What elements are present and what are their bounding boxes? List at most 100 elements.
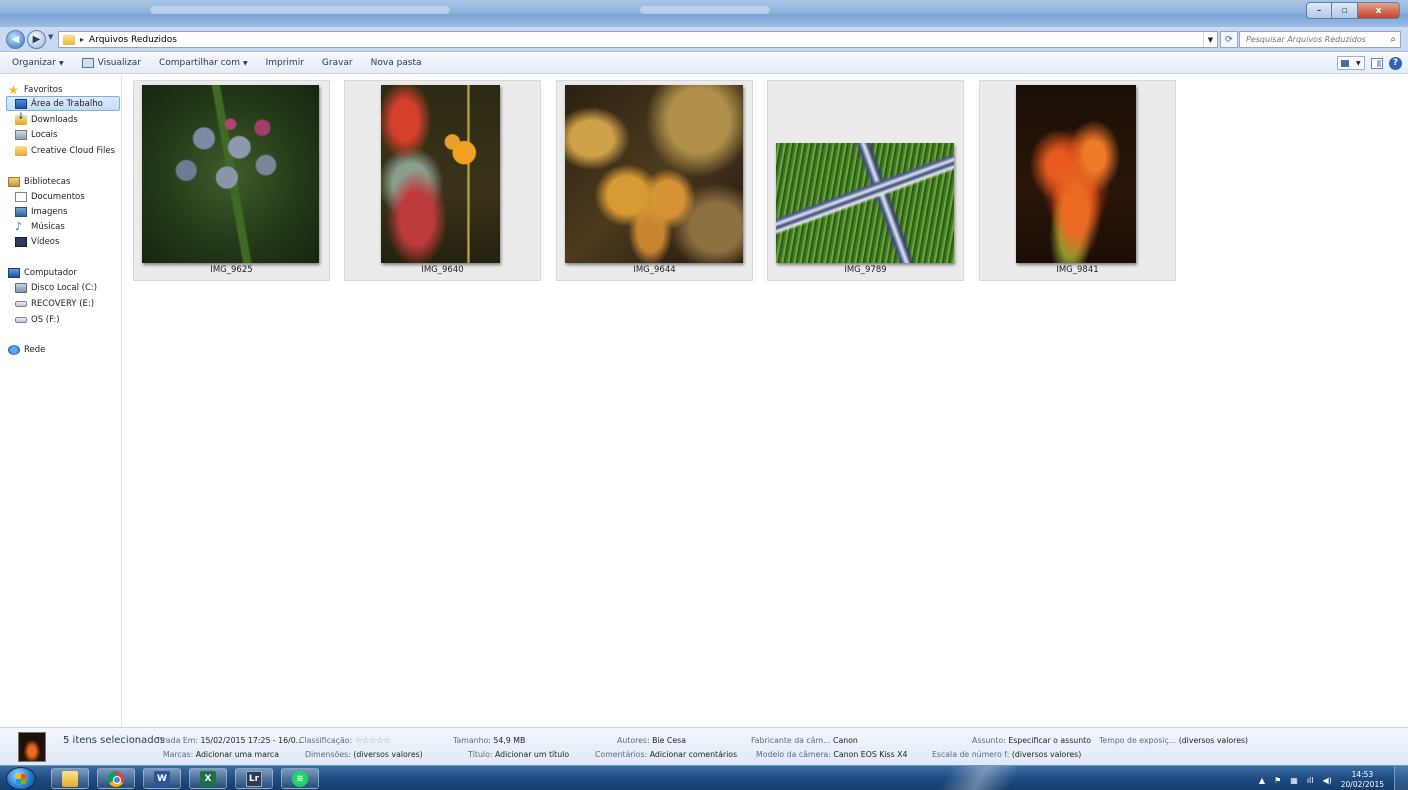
music-note-icon: ♪: [15, 219, 23, 233]
detail-key: Tirada Em:: [156, 736, 199, 745]
detail-value[interactable]: Bie Cesa: [652, 736, 686, 745]
nav-network[interactable]: Rede: [8, 342, 45, 357]
taskbar-lightroom[interactable]: Lr: [235, 768, 273, 789]
change-view-button[interactable]: ▼: [1337, 56, 1365, 70]
nav-places[interactable]: Locais: [15, 127, 57, 142]
forward-button[interactable]: ▶: [27, 30, 46, 49]
nav-desktop[interactable]: Área de Trabalho: [6, 96, 120, 111]
detail-value[interactable]: Adicionar uma marca: [196, 750, 279, 759]
chevron-down-icon[interactable]: ▼: [1356, 60, 1361, 67]
burn-button[interactable]: Gravar: [316, 56, 359, 70]
detail-value[interactable]: (diversos valores): [1012, 750, 1081, 759]
folder-icon: [63, 34, 75, 45]
search-input[interactable]: [1246, 35, 1386, 44]
selection-thumbnail: [18, 732, 46, 762]
detail-key: Escala de número f:: [932, 750, 1010, 759]
detail-value[interactable]: Canon EOS Kiss X4: [833, 750, 907, 759]
recent-pages-dropdown[interactable]: ▼: [48, 33, 53, 41]
signal-bars-icon[interactable]: ıll: [1307, 776, 1314, 785]
rating-stars-icon[interactable]: ☆☆☆☆☆: [355, 736, 391, 746]
file-tile[interactable]: IMG_9644: [556, 80, 753, 281]
taskbar-chrome[interactable]: [97, 768, 135, 789]
navigation-pane: ★ Favoritos Área de Trabalho Downloads Lo…: [0, 75, 122, 727]
nav-images[interactable]: Imagens: [15, 204, 67, 219]
network-tray-icon[interactable]: ▦: [1290, 776, 1298, 785]
nav-drive-c-label: Disco Local (C:): [31, 282, 98, 293]
help-button[interactable]: ?: [1389, 56, 1402, 70]
minimize-button[interactable]: –: [1306, 2, 1332, 19]
detail-value[interactable]: Adicionar um título: [495, 750, 569, 759]
nav-places-label: Locais: [31, 129, 58, 140]
search-box[interactable]: ⌕: [1239, 31, 1401, 48]
nav-computer[interactable]: Computador: [8, 265, 77, 280]
nav-drive-e[interactable]: RECOVERY (E:): [15, 296, 94, 311]
file-name: IMG_9841: [1056, 265, 1099, 275]
file-name: IMG_9640: [421, 265, 464, 275]
clock-time: 14:53: [1351, 770, 1374, 779]
nav-drive-c[interactable]: Disco Local (C:): [15, 280, 97, 295]
detail-key: Título:: [468, 750, 493, 759]
print-button[interactable]: Imprimir: [260, 56, 310, 70]
nav-drive-f[interactable]: OS (F:): [15, 312, 60, 327]
organize-button[interactable]: Organizar ▼: [6, 56, 70, 70]
address-bar[interactable]: ▸ Arquivos Reduzidos ▼: [58, 31, 1218, 48]
new-folder-button[interactable]: Nova pasta: [365, 56, 428, 70]
detail-value[interactable]: 15/02/2015 17:25 - 16/0...: [201, 736, 304, 745]
title-bar-ghost-title: [640, 6, 770, 14]
nav-documents[interactable]: Documentos: [15, 189, 85, 204]
breadcrumb-current-folder[interactable]: Arquivos Reduzidos: [89, 35, 177, 45]
start-button[interactable]: [6, 767, 36, 790]
detail-f-number: Escala de número f: (diversos valores): [932, 750, 1081, 759]
close-button[interactable]: x: [1358, 2, 1400, 19]
clock[interactable]: 14:53 20/02/2015: [1341, 770, 1384, 790]
show-desktop-button[interactable]: [1394, 766, 1408, 790]
nav-creative-cloud[interactable]: Creative Cloud Files: [15, 143, 115, 158]
action-center-flag-icon[interactable]: ⚑: [1274, 776, 1281, 785]
detail-value[interactable]: Canon: [833, 736, 858, 745]
nav-downloads[interactable]: Downloads: [15, 112, 78, 127]
chevron-down-icon: ▼: [59, 59, 64, 67]
maximize-button[interactable]: ▫: [1332, 2, 1358, 19]
computer-icon: [8, 267, 20, 278]
photo-thumbnail: [776, 143, 954, 263]
taskbar-excel[interactable]: X: [189, 768, 227, 789]
search-icon[interactable]: ⌕: [1390, 34, 1396, 45]
back-button[interactable]: ◀: [6, 30, 25, 49]
view-image-icon: [81, 58, 94, 68]
detail-subject: Assunto: Especificar o assunto: [972, 736, 1091, 745]
taskbar: W X Lr ≋ ▲ ⚑ ▦ ıll ◀) 14:53 20/02/2015: [0, 765, 1408, 790]
nav-music-label: Músicas: [31, 221, 65, 232]
detail-value[interactable]: Especificar o assunto: [1008, 736, 1091, 745]
nav-favorites[interactable]: ★ Favoritos: [8, 82, 62, 97]
breadcrumb-separator-icon[interactable]: ▸: [80, 35, 84, 44]
detail-value[interactable]: Adicionar comentários: [650, 750, 737, 759]
nav-drive-e-label: RECOVERY (E:): [31, 298, 95, 309]
refresh-button[interactable]: ⟳: [1220, 31, 1238, 48]
detail-dimensions: Dimensões: (diversos valores): [305, 750, 423, 759]
photo-thumbnail: [142, 85, 319, 263]
taskbar-word[interactable]: W: [143, 768, 181, 789]
preview-pane-button[interactable]: [1371, 57, 1383, 69]
detail-key: Comentários:: [595, 750, 648, 759]
share-button[interactable]: Compartilhar com ▼: [153, 56, 254, 70]
view-button[interactable]: Visualizar: [76, 56, 147, 70]
file-tile[interactable]: IMG_9640: [344, 80, 541, 281]
detail-comments: Comentários: Adicionar comentários: [595, 750, 737, 759]
address-history-chevron-icon[interactable]: ▼: [1203, 32, 1217, 47]
pictures-icon: [15, 206, 27, 217]
file-tile[interactable]: IMG_9789: [767, 80, 964, 281]
nav-music[interactable]: ♪ Músicas: [15, 219, 65, 234]
nav-libraries[interactable]: Bibliotecas: [8, 174, 70, 189]
detail-value[interactable]: (diversos valores): [1179, 736, 1248, 745]
large-icons-icon: [1341, 59, 1350, 67]
detail-rating: Classificação: ☆☆☆☆☆: [299, 736, 391, 746]
nav-network-label: Rede: [24, 344, 46, 355]
folder-icon: [62, 770, 78, 787]
show-hidden-icons-icon[interactable]: ▲: [1259, 776, 1265, 785]
nav-videos[interactable]: Vídeos: [15, 234, 59, 249]
taskbar-explorer[interactable]: [51, 768, 89, 789]
file-tile[interactable]: IMG_9841: [979, 80, 1176, 281]
file-tile[interactable]: IMG_9625: [133, 80, 330, 281]
taskbar-spotify[interactable]: ≋: [281, 768, 319, 789]
volume-icon[interactable]: ◀): [1322, 776, 1331, 785]
